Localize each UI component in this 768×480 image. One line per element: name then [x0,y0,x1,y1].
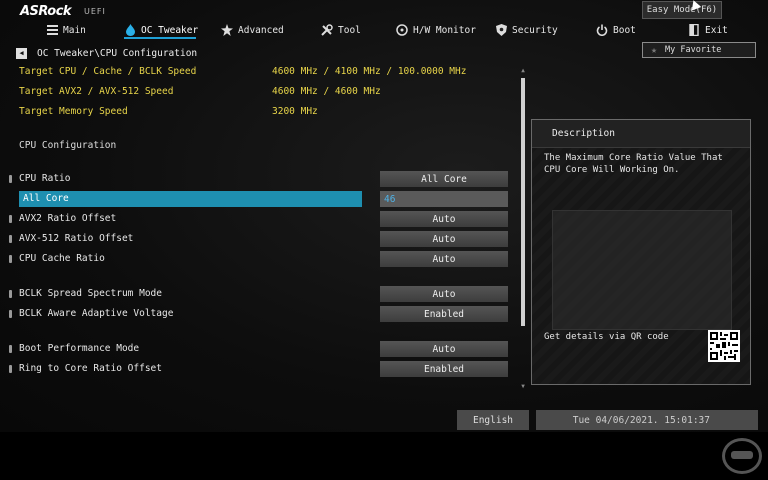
option-value-button[interactable]: Enabled [380,306,508,322]
options-scrollbar[interactable]: ▲ ▼ [519,68,527,390]
language-button[interactable]: English [457,410,529,430]
tab-label: Tool [338,24,361,36]
power-icon [596,24,608,36]
tab-main[interactable]: Main [46,21,86,39]
uefi-label: UEFI [84,7,106,16]
back-arrow-icon[interactable]: ◀ [16,47,27,59]
tab-label: Security [512,24,558,36]
option-label: BCLK Aware Adaptive Voltage [19,308,174,319]
asrock-logo: ASRock [20,4,72,19]
tab-label: Advanced [238,24,284,36]
option-bullet [9,365,12,373]
section-title: CPU Configuration [19,140,117,151]
option-label: All Core [23,193,69,204]
option-bullet [9,310,12,318]
option-cpu-cache-ratio[interactable]: CPU Cache Ratio Auto [9,251,509,267]
info-value: 4600 MHz / 4600 MHz [272,86,381,97]
tab-label: OC Tweaker [141,24,199,36]
option-cpu-ratio[interactable]: CPU Ratio All Core [9,171,509,187]
exit-icon [688,24,700,36]
option-label: AVX2 Ratio Offset [19,213,117,224]
tab-advanced[interactable]: Advanced [221,21,284,39]
tab-hw-monitor[interactable]: H/W Monitor [396,21,476,39]
my-favorite-button[interactable]: ★ My Favorite [642,42,756,58]
letterbox-area [0,432,768,480]
option-bullet [9,175,12,183]
favorite-label: My Favorite [665,45,722,55]
option-value-input[interactable]: 46 [380,191,508,207]
tab-boot[interactable]: Boot [596,21,636,39]
description-text: The Maximum Core Ratio Value That CPU Co… [544,153,723,175]
info-label: Target AVX2 / AVX-512 Speed [19,86,174,97]
option-label: Ring to Core Ratio Offset [19,363,162,374]
info-value: 4600 MHz / 4100 MHz / 100.0000 MHz [272,66,467,77]
description-title: Description [532,120,750,148]
scroll-up-arrow-icon[interactable]: ▲ [520,68,526,74]
option-value-button[interactable]: All Core [380,171,508,187]
star-icon [221,24,233,36]
option-bullet [9,290,12,298]
info-label: Target Memory Speed [19,106,128,117]
info-target-memory-speed: Target Memory Speed 3200 MHz [19,106,318,120]
option-label: AVX-512 Ratio Offset [19,233,134,244]
option-value-button[interactable]: Auto [380,251,508,267]
flame-icon [124,24,136,36]
easy-mode-button[interactable]: Easy Mode(F6) [642,1,722,19]
option-ring-to-core-ratio[interactable]: Ring to Core Ratio Offset Enabled [9,361,509,377]
info-target-avx-speed: Target AVX2 / AVX-512 Speed 4600 MHz / 4… [19,86,381,100]
wrench-icon [321,24,333,36]
option-value-button[interactable]: Enabled [380,361,508,377]
tab-label: Exit [705,24,728,36]
breadcrumb: ◀ OC Tweaker\CPU Configuration [16,46,197,60]
tab-security[interactable]: Security [495,21,558,39]
tab-exit[interactable]: Exit [688,21,728,39]
option-label: CPU Ratio [19,173,71,184]
info-value: 3200 MHz [272,106,318,117]
monitor-icon [396,24,408,36]
option-all-core[interactable]: All Core 46 [9,191,509,207]
favorite-star-icon: ★ [651,44,658,56]
info-label: Target CPU / Cache / BCLK Speed [19,66,197,77]
option-avx512-ratio-offset[interactable]: AVX-512 Ratio Offset Auto [9,231,509,247]
system-datetime: Tue 04/06/2021. 15:01:37 [536,410,758,430]
option-value-button[interactable]: Auto [380,211,508,227]
option-label: Boot Performance Mode [19,343,140,354]
shield-icon [495,24,507,36]
option-label: BCLK Spread Spectrum Mode [19,288,162,299]
watermark-logo-icon [722,438,762,474]
tab-tool[interactable]: Tool [321,21,361,39]
option-label: CPU Cache Ratio [19,253,105,264]
list-icon [46,24,58,36]
option-value-button[interactable]: Auto [380,231,508,247]
option-bullet [9,215,12,223]
option-bullet [9,345,12,353]
tab-label: Boot [613,24,636,36]
tab-label: Main [63,24,86,36]
breadcrumb-path: OC Tweaker\CPU Configuration [37,47,198,59]
decorative-background [552,210,732,330]
scroll-down-arrow-icon[interactable]: ▼ [520,384,526,390]
tab-label: H/W Monitor [413,24,476,36]
qr-code-icon [708,330,740,362]
option-bullet [9,235,12,243]
option-bclk-spread-spectrum[interactable]: BCLK Spread Spectrum Mode Auto [9,286,509,302]
option-boot-performance-mode[interactable]: Boot Performance Mode Auto [9,341,509,357]
option-value-button[interactable]: Auto [380,341,508,357]
option-bclk-aware-voltage[interactable]: BCLK Aware Adaptive Voltage Enabled [9,306,509,322]
info-target-cpu-speed: Target CPU / Cache / BCLK Speed 4600 MHz… [19,66,466,80]
active-tab-indicator [124,37,196,39]
qr-label: Get details via QR code [544,332,669,342]
description-panel: Description The Maximum Core Ratio Value… [531,119,751,385]
option-avx2-ratio-offset[interactable]: AVX2 Ratio Offset Auto [9,211,509,227]
scrollbar-thumb[interactable] [521,78,525,326]
selection-highlight [19,191,362,207]
option-value-button[interactable]: Auto [380,286,508,302]
option-bullet [9,255,12,263]
main-tab-bar: Main OC Tweaker Advanced Tool H/W Monito… [0,21,768,39]
bios-screen: ASRock UEFI Easy Mode(F6) Main OC Tweake… [0,0,768,432]
